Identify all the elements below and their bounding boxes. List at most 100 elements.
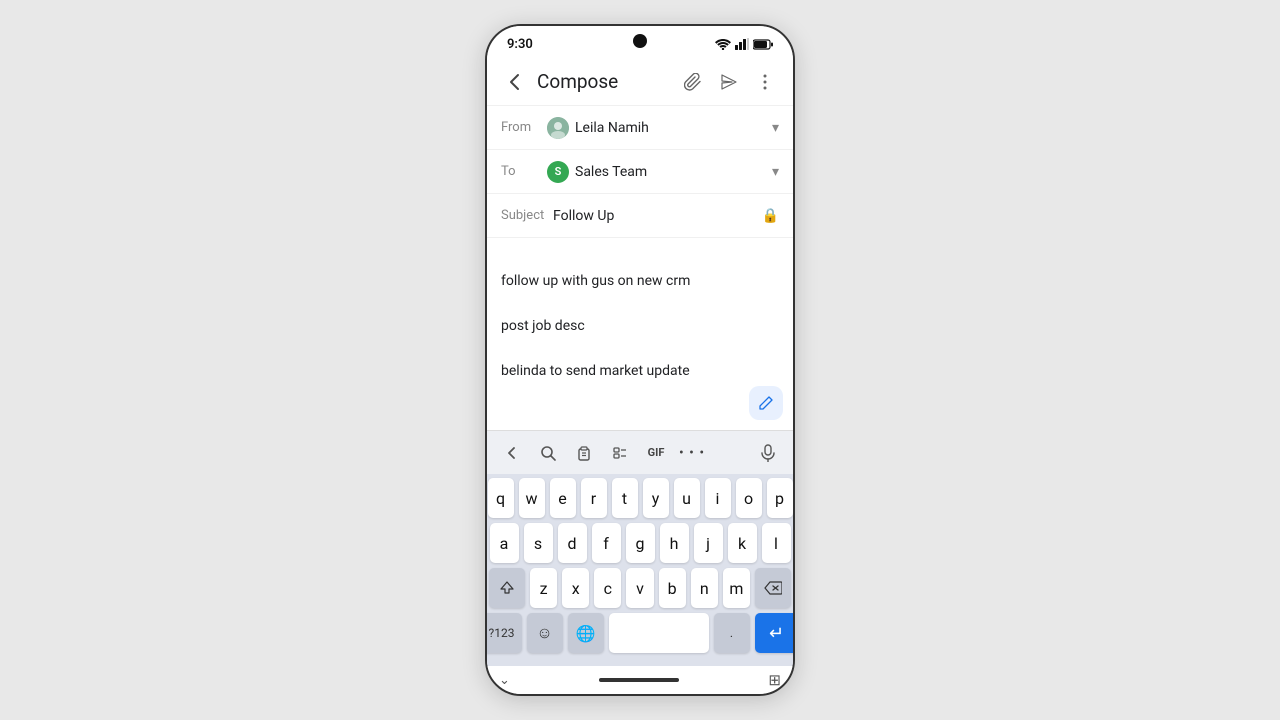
signal-icon (735, 38, 749, 50)
more-label: • • • (679, 445, 705, 461)
clipboard-icon (576, 445, 592, 461)
to-avatar-letter: S (555, 165, 562, 178)
key-c[interactable]: c (594, 568, 621, 608)
keyboard: q w e r t y u i o p a s d f g h j k l (487, 474, 793, 666)
backspace-icon (764, 581, 782, 595)
email-body[interactable]: follow up with gus on new crm post job d… (487, 238, 793, 430)
key-z[interactable]: z (530, 568, 557, 608)
key-y[interactable]: y (643, 478, 669, 518)
wifi-icon (715, 38, 731, 50)
shift-icon (500, 581, 514, 595)
search-icon (540, 445, 556, 461)
to-dropdown-icon: ▾ (772, 164, 779, 180)
key-space[interactable] (609, 613, 709, 653)
key-123[interactable]: ?123 (485, 613, 522, 653)
app-bar-actions (677, 66, 781, 98)
edit-icon (758, 395, 774, 411)
to-name: Sales Team (575, 164, 647, 180)
keyboard-mic-button[interactable] (753, 438, 783, 468)
mic-icon (761, 444, 775, 462)
keyboard-row-2: a s d f g h j k l (489, 523, 791, 563)
keyboard-checklist-button[interactable] (605, 438, 635, 468)
back-button[interactable] (499, 66, 531, 98)
to-value: S Sales Team (547, 161, 772, 183)
bottom-bar: ⌄ ⊞ (487, 666, 793, 694)
subject-label: Subject (501, 208, 553, 223)
key-shift[interactable] (489, 568, 525, 608)
battery-icon (753, 39, 773, 50)
subject-value: Follow Up (553, 208, 762, 224)
back-arrow-icon (504, 71, 526, 93)
keyboard-row-3: z x c v b n m (489, 568, 791, 608)
home-indicator (599, 678, 679, 682)
keyboard-gif-button[interactable]: GIF (641, 438, 671, 468)
checklist-icon (612, 445, 628, 461)
email-form: From Leila Namih ▾ To S Sale (487, 106, 793, 430)
key-r[interactable]: r (581, 478, 607, 518)
keyboard-clipboard-button[interactable] (569, 438, 599, 468)
key-a[interactable]: a (490, 523, 519, 563)
key-s[interactable]: s (524, 523, 553, 563)
from-label: From (501, 120, 547, 135)
from-avatar-icon (547, 117, 569, 139)
gif-label: GIF (648, 446, 665, 459)
key-o[interactable]: o (736, 478, 762, 518)
more-icon (763, 74, 767, 90)
key-h[interactable]: h (660, 523, 689, 563)
keyboard-row-bottom: ?123 ☺ 🌐 . ↵ (489, 613, 791, 653)
key-globe[interactable]: 🌐 (568, 613, 604, 653)
to-row[interactable]: To S Sales Team ▾ (487, 150, 793, 194)
compose-title: Compose (537, 70, 677, 93)
key-f[interactable]: f (592, 523, 621, 563)
key-x[interactable]: x (562, 568, 589, 608)
key-k[interactable]: k (728, 523, 757, 563)
key-t[interactable]: t (612, 478, 638, 518)
key-w[interactable]: w (519, 478, 545, 518)
lock-icon: 🔒 (762, 208, 779, 224)
from-name: Leila Namih (575, 120, 649, 136)
keyboard-grid-icon[interactable]: ⊞ (768, 671, 781, 689)
key-q[interactable]: q (488, 478, 514, 518)
key-m[interactable]: m (723, 568, 750, 608)
chevron-down-icon[interactable]: ⌄ (499, 673, 510, 688)
key-backspace[interactable] (755, 568, 791, 608)
to-label: To (501, 164, 547, 179)
subject-row[interactable]: Subject Follow Up 🔒 (487, 194, 793, 238)
body-text: follow up with gus on new crm post job d… (501, 248, 779, 382)
attachment-icon (684, 73, 702, 91)
keyboard-back-button[interactable] (497, 438, 527, 468)
key-l[interactable]: l (762, 523, 791, 563)
key-emoji[interactable]: ☺ (527, 613, 563, 653)
status-icons (715, 38, 773, 50)
attachment-button[interactable] (677, 66, 709, 98)
key-p[interactable]: p (767, 478, 793, 518)
key-e[interactable]: e (550, 478, 576, 518)
key-b[interactable]: b (659, 568, 686, 608)
key-d[interactable]: d (558, 523, 587, 563)
to-avatar: S (547, 161, 569, 183)
body-line1: follow up with gus on new crm (501, 273, 690, 289)
key-j[interactable]: j (694, 523, 723, 563)
camera-notch (633, 34, 647, 48)
more-options-button[interactable] (749, 66, 781, 98)
keyboard-toolbar: GIF • • • (487, 430, 793, 474)
edit-fab-button[interactable] (749, 386, 783, 420)
keyboard-search-button[interactable] (533, 438, 563, 468)
key-i[interactable]: i (705, 478, 731, 518)
send-button[interactable] (713, 66, 745, 98)
phone-frame: 9:30 (485, 24, 795, 696)
key-u[interactable]: u (674, 478, 700, 518)
key-g[interactable]: g (626, 523, 655, 563)
key-n[interactable]: n (691, 568, 718, 608)
from-row[interactable]: From Leila Namih ▾ (487, 106, 793, 150)
keyboard-back-icon (505, 446, 519, 460)
keyboard-more-button[interactable]: • • • (677, 438, 707, 468)
key-period[interactable]: . (714, 613, 750, 653)
key-v[interactable]: v (626, 568, 653, 608)
app-bar: Compose (487, 58, 793, 106)
keyboard-row-1: q w e r t y u i o p (489, 478, 791, 518)
status-time: 9:30 (507, 37, 533, 52)
key-enter[interactable]: ↵ (755, 613, 796, 653)
send-icon (720, 73, 738, 91)
from-value: Leila Namih (547, 117, 772, 139)
